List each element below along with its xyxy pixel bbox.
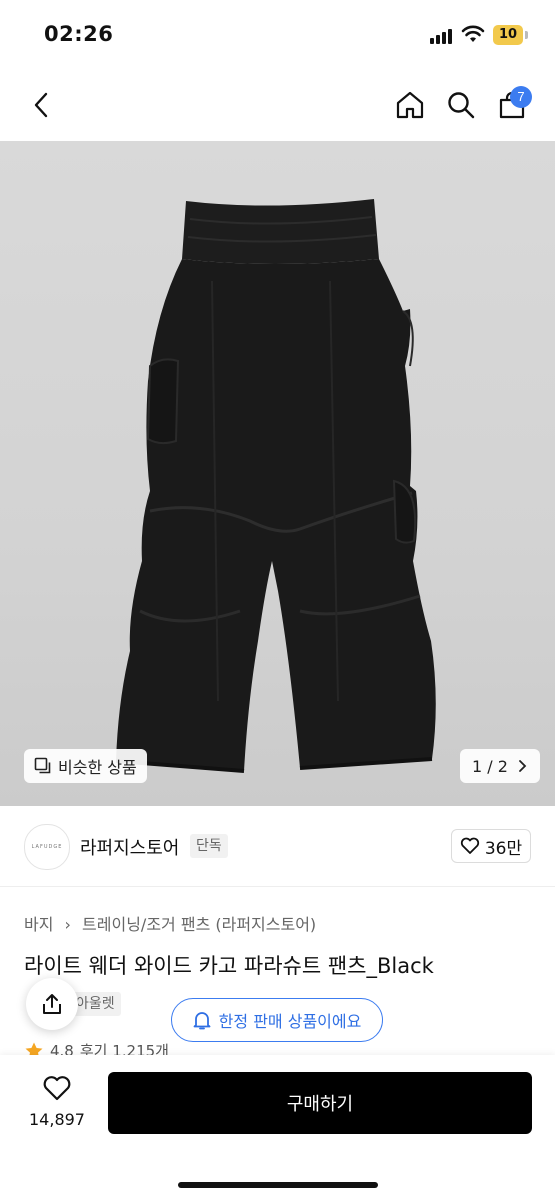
buy-button-label: 구매하기 [286, 1094, 354, 1115]
home-indicator [178, 1182, 378, 1188]
battery-indicator: 10 [493, 25, 523, 45]
store-logo-text: LAFUDGE [31, 844, 63, 850]
store-name[interactable]: 라퍼지스토어 [80, 834, 179, 860]
bell-icon [193, 1012, 211, 1030]
similar-products-label: 비슷한 상품 [58, 758, 137, 777]
breadcrumb: 바지 › 트레이닝/조거 팬츠 (라퍼지스토어) [24, 911, 316, 935]
battery-tip [525, 31, 528, 39]
copy-icon [34, 757, 51, 774]
share-button[interactable] [26, 978, 78, 1030]
wishlist-button[interactable]: 14,897 [22, 1074, 92, 1129]
wifi-icon [461, 25, 485, 42]
back-icon [34, 92, 48, 118]
status-time: 02:26 [44, 22, 114, 46]
share-icon [43, 994, 61, 1014]
breadcrumb-item-subcategory[interactable]: 트레이닝/조거 팬츠 (라퍼지스토어) [82, 915, 316, 934]
product-image[interactable] [0, 141, 555, 806]
limited-sale-label: 한정 판매 상품이에요 [218, 1012, 362, 1031]
heart-icon [43, 1076, 71, 1101]
exclusive-badge: 단독 [190, 834, 228, 858]
wishlist-count: 14,897 [29, 1110, 85, 1129]
cart-count-badge: 7 [510, 86, 532, 108]
store-like-count: 36만 [484, 838, 523, 859]
image-pager[interactable]: 1 / 2 [460, 749, 540, 783]
product-title: 라이트 웨더 와이드 카고 파라슈트 팬츠_Black [24, 954, 434, 978]
limited-sale-button[interactable]: 한정 판매 상품이에요 [171, 998, 383, 1042]
signal-icon [430, 28, 456, 44]
store-logo[interactable]: LAFUDGE [24, 824, 70, 870]
chevron-right-icon [519, 760, 527, 772]
similar-products-button[interactable]: 비슷한 상품 [24, 749, 147, 783]
search-icon [448, 92, 475, 119]
pants-illustration [115, 199, 436, 773]
divider [0, 886, 555, 887]
top-nav [0, 70, 555, 140]
heart-icon [460, 837, 479, 854]
back-button[interactable] [24, 88, 58, 122]
breadcrumb-item-category[interactable]: 바지 [24, 915, 53, 934]
home-button[interactable] [393, 88, 427, 122]
breadcrumb-separator: › [64, 915, 71, 934]
home-icon [396, 91, 424, 119]
image-pager-label: 1 / 2 [472, 756, 508, 776]
search-button[interactable] [444, 88, 478, 122]
buy-button[interactable]: 구매하기 [108, 1072, 532, 1134]
store-like-button[interactable]: 36만 [451, 829, 531, 863]
status-bar: 02:26 10 [0, 0, 555, 70]
